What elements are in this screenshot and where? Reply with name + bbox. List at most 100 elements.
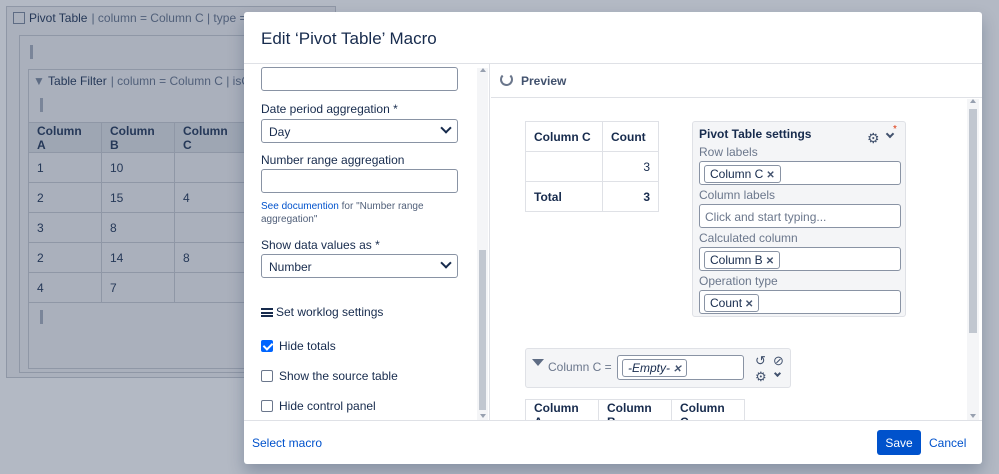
- bg-placeholder-bar: [40, 98, 43, 112]
- filter-icon: [532, 359, 544, 366]
- calculated-column-tag: Column B ✕: [704, 251, 781, 269]
- scroll-up-arrow-icon[interactable]: [480, 68, 486, 72]
- pivot-settings-panel: Pivot Table settings ⚙ * Row labels Colu…: [692, 121, 906, 317]
- bg-table-cell: 4: [174, 182, 248, 213]
- hide-control-checkbox[interactable]: [261, 400, 273, 412]
- save-button[interactable]: Save: [877, 430, 921, 455]
- column-labels-field[interactable]: Click and start typing...: [699, 204, 901, 228]
- bg-pivot-macro-title: Pivot Table | column = Column C | type =: [13, 11, 246, 25]
- scrollbar-thumb[interactable]: [969, 109, 977, 333]
- tag-label: Column C: [710, 167, 764, 181]
- column-filter-box: Column C = -Empty- ✕ ↺ ⊘ ⚙: [525, 348, 791, 388]
- number-range-field[interactable]: [261, 169, 458, 193]
- calculated-column-field[interactable]: Column B ✕: [699, 247, 901, 271]
- preview-header: Preview: [491, 64, 982, 98]
- bg-table-cell: [174, 152, 248, 183]
- filter-value-field[interactable]: -Empty- ✕: [617, 355, 744, 380]
- pivot-total-value: 3: [602, 181, 659, 212]
- bg-table-row: 2 14 8: [28, 242, 248, 273]
- bg-filter-meta: | column = Column C | isO: [110, 74, 251, 88]
- clear-filter-icon[interactable]: ⊘: [773, 353, 784, 369]
- remove-tag-icon[interactable]: ✕: [745, 299, 753, 310]
- settings-title: Pivot Table settings: [699, 127, 812, 141]
- bg-table-cell: 4: [28, 272, 102, 303]
- remove-tag-icon[interactable]: ✕: [673, 364, 681, 375]
- hide-control-row[interactable]: Hide control panel: [261, 399, 376, 413]
- filter-label: Column C =: [548, 360, 612, 374]
- bg-table-cell: 3: [28, 212, 102, 243]
- worklog-settings-link[interactable]: Set worklog settings: [261, 305, 383, 319]
- tag-label: Column B: [710, 253, 763, 267]
- scrollbar-thumb[interactable]: [479, 250, 486, 410]
- worklog-label: Set worklog settings: [276, 305, 384, 319]
- bg-macro-name: Pivot Table: [29, 11, 88, 25]
- date-period-label: Date period aggregation *: [261, 102, 398, 116]
- gear-icon[interactable]: ⚙: [755, 369, 767, 385]
- tag-label: -Empty-: [628, 361, 670, 375]
- preview-panel: Preview Column C Count 3 Total 3 Pivot T…: [491, 64, 982, 420]
- pivot-table: Column C Count 3 Total 3: [525, 121, 659, 212]
- documentation-link[interactable]: See documention: [261, 201, 339, 212]
- select-macro-link[interactable]: Select macro: [252, 436, 322, 450]
- hide-totals-checkbox[interactable]: [261, 340, 273, 352]
- bg-table-row: 47: [28, 272, 248, 303]
- show-source-label: Show the source table: [279, 369, 398, 383]
- operation-type-label: Operation type: [699, 274, 778, 288]
- bg-placeholder-bar: [30, 45, 33, 59]
- tag-label: Count: [710, 296, 743, 310]
- scroll-down-arrow-icon[interactable]: [480, 414, 486, 418]
- calculated-column-label: Calculated column: [699, 231, 798, 245]
- bg-placeholder-bar: [40, 310, 43, 324]
- gear-icon[interactable]: ⚙: [867, 130, 880, 147]
- filter-tag: -Empty- ✕: [622, 359, 688, 377]
- left-scrollbar[interactable]: [477, 68, 488, 420]
- pivot-cell: [525, 151, 603, 182]
- bg-data-table: Column A Column B Column C 1 10 2 15 4 3 8 2 14 8 4 7: [28, 122, 248, 303]
- show-values-label: Show data values as *: [261, 238, 380, 252]
- chevron-down-icon: [440, 122, 452, 134]
- bg-table-cell: 7: [101, 272, 175, 303]
- bg-table-cell: 8: [101, 212, 175, 243]
- dialog-footer: Select macro Save Cancel: [244, 420, 982, 464]
- number-range-help: See documention for "Number range aggreg…: [261, 200, 461, 226]
- pivot-total-label: Total: [525, 181, 603, 212]
- column-labels-label: Column labels: [699, 188, 776, 202]
- date-period-value: Day: [269, 125, 291, 139]
- row-labels-field[interactable]: Column C ✕: [699, 161, 901, 185]
- cancel-button[interactable]: Cancel: [929, 436, 966, 450]
- bg-filter-name: Table Filter: [48, 74, 107, 88]
- bg-table-header-cell: Column C: [174, 122, 248, 153]
- show-source-row[interactable]: Show the source table: [261, 369, 398, 383]
- remove-tag-icon[interactable]: ✕: [766, 170, 774, 181]
- scroll-up-arrow-icon[interactable]: [970, 99, 976, 103]
- required-asterisk: *: [893, 124, 897, 135]
- top-text-field[interactable]: [261, 67, 458, 91]
- hide-totals-row[interactable]: Hide totals: [261, 339, 336, 353]
- show-values-select[interactable]: Number: [261, 254, 458, 278]
- bg-table-cell: [174, 272, 248, 303]
- bg-table-row: 2 15 4: [28, 182, 248, 213]
- remove-tag-icon[interactable]: ✕: [766, 256, 774, 267]
- dialog-header: Edit ‘Pivot Table’ Macro: [244, 12, 982, 64]
- pivot-cell: 3: [602, 151, 659, 182]
- scroll-down-arrow-icon[interactable]: [970, 414, 976, 418]
- bg-table-cell: [174, 212, 248, 243]
- operation-type-field[interactable]: Count ✕: [699, 290, 901, 314]
- preview-area: Column C Count 3 Total 3 Pivot Table set…: [491, 99, 982, 420]
- chevron-down-icon[interactable]: [773, 369, 782, 378]
- bg-table-header-cell: Column B: [101, 122, 175, 153]
- date-period-select[interactable]: Day: [261, 119, 458, 143]
- column-labels-placeholder: Click and start typing...: [705, 210, 827, 224]
- undo-icon[interactable]: ↺: [755, 353, 766, 369]
- dialog-title: Edit ‘Pivot Table’ Macro: [261, 29, 437, 48]
- operation-type-tag: Count ✕: [704, 294, 760, 312]
- bg-table-cell: 10: [101, 152, 175, 183]
- source-header-cell: Column B: [598, 399, 672, 420]
- refresh-icon[interactable]: [500, 73, 513, 86]
- row-labels-tag: Column C ✕: [704, 165, 781, 183]
- hide-totals-label: Hide totals: [279, 339, 336, 353]
- row-labels-label: Row labels: [699, 145, 758, 159]
- show-source-checkbox[interactable]: [261, 370, 273, 382]
- bg-table-row: 38: [28, 212, 248, 243]
- preview-scrollbar[interactable]: [967, 99, 979, 420]
